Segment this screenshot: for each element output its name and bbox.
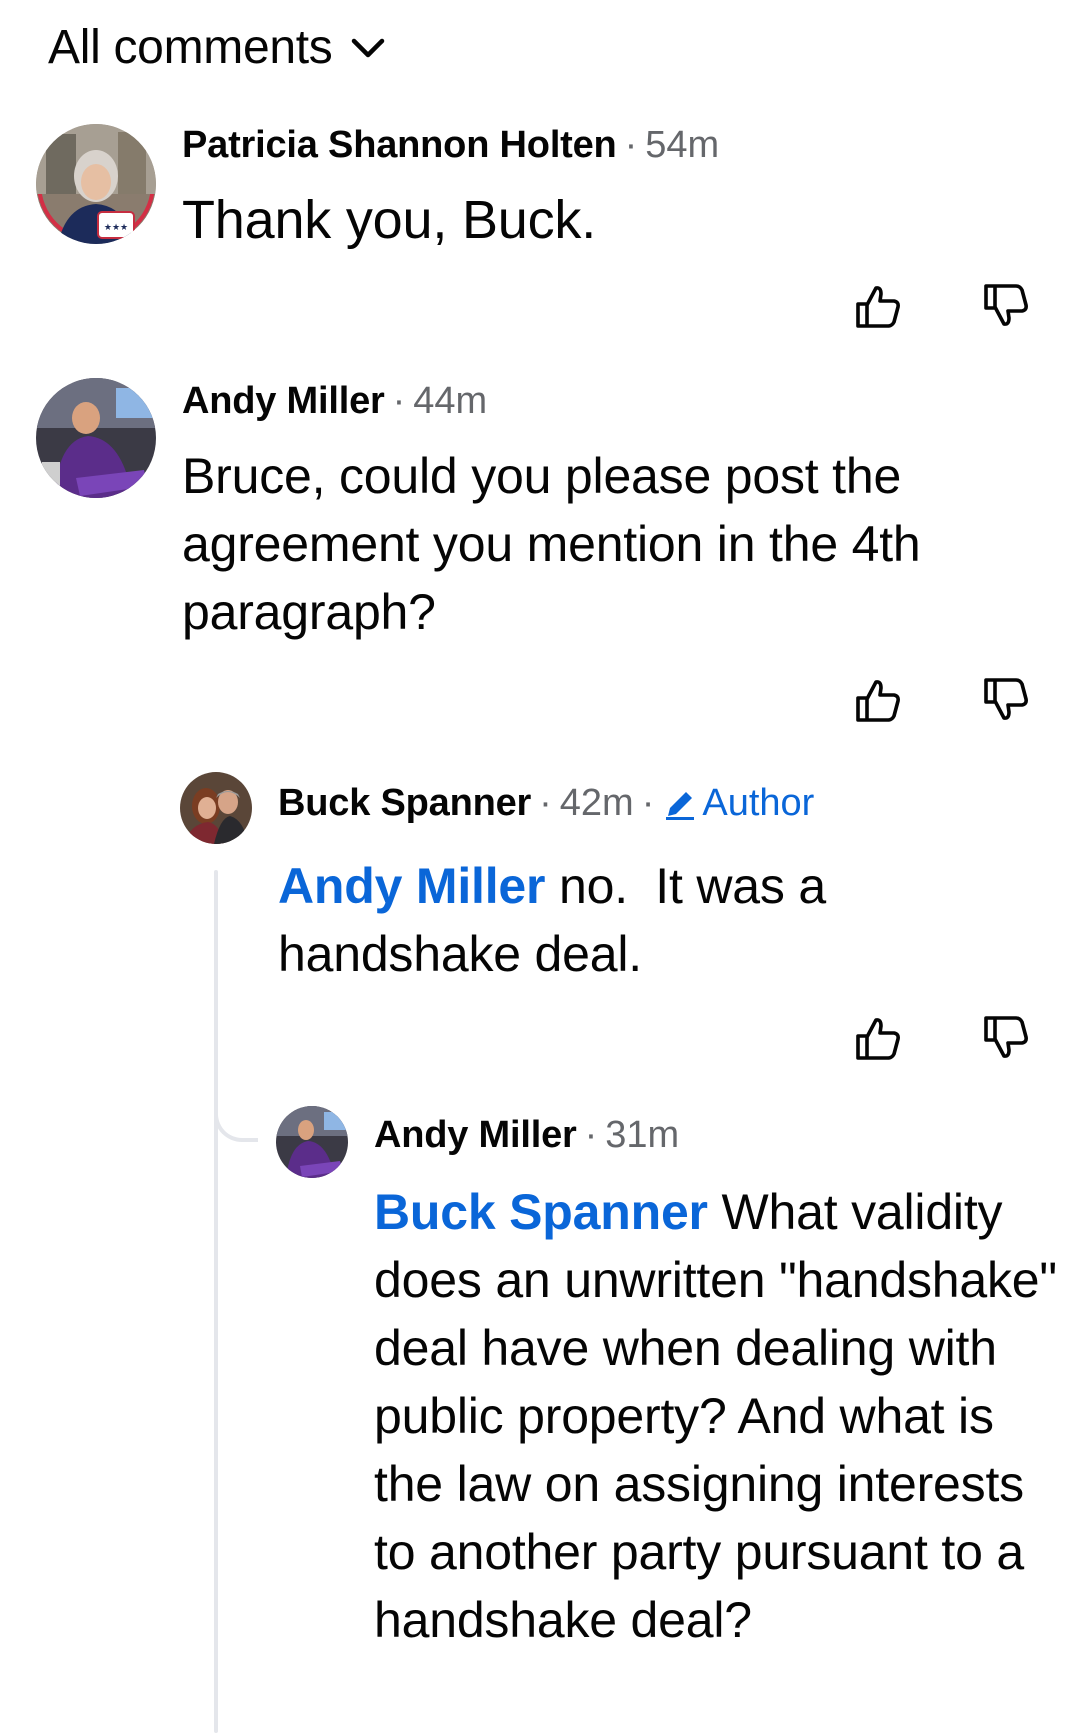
comment-4-meta: Andy Miller · 31m (374, 1114, 679, 1157)
thumbs-up-icon (856, 680, 900, 722)
downvote-button[interactable] (980, 1012, 1032, 1064)
author-badge-label: Author (702, 782, 815, 824)
thumbs-up-icon (856, 1018, 900, 1060)
upvote-button[interactable] (852, 674, 904, 726)
comment-1-text: Thank you, Buck. (182, 190, 597, 250)
comment-author-name[interactable]: Andy Miller (374, 1114, 577, 1157)
comment-timestamp[interactable]: 54m (645, 124, 719, 167)
pencil-icon (666, 791, 695, 820)
avatar-buck-spanner[interactable] (180, 772, 252, 844)
thumbs-up-icon (856, 286, 900, 328)
reply-thread-line (214, 870, 218, 1733)
avatar-andy-miller[interactable] (276, 1106, 348, 1178)
meta-separator: · (539, 782, 552, 824)
avatar-patricia[interactable]: ★★★ (36, 124, 156, 244)
comment-3-meta: Buck Spanner · 42m · Author (278, 782, 814, 825)
thumbs-down-icon (984, 1016, 1028, 1058)
thumbs-down-icon (984, 284, 1028, 326)
comment-timestamp[interactable]: 31m (605, 1114, 679, 1157)
mention-link[interactable]: Buck Spanner (374, 1184, 708, 1240)
meta-separator: · (584, 1114, 598, 1156)
comment-4-text: Buck Spanner What validity does an unwri… (374, 1178, 1064, 1654)
comment-2-meta: Andy Miller · 44m (182, 380, 487, 423)
comment-author-name[interactable]: Patricia Shannon Holten (182, 124, 617, 167)
author-badge: Author (662, 782, 814, 825)
meta-separator: · (392, 380, 406, 422)
upvote-button[interactable] (852, 280, 904, 332)
upvote-button[interactable] (852, 1012, 904, 1064)
all-comments-sort-button[interactable]: All comments (48, 20, 386, 75)
comment-4-body: What validity does an unwritten "handsha… (374, 1184, 1071, 1648)
comment-timestamp[interactable]: 42m (560, 782, 634, 825)
comment-3-text: Andy Miller no. It was a handshake deal. (278, 852, 978, 988)
comment-author-name[interactable]: Buck Spanner (278, 782, 531, 825)
comment-2-text: Bruce, could you please post the agreeme… (182, 448, 921, 640)
downvote-button[interactable] (980, 674, 1032, 726)
mention-link[interactable]: Andy Miller (278, 858, 545, 914)
comment-1-meta: Patricia Shannon Holten · 54m (182, 124, 719, 167)
chevron-down-icon (350, 36, 386, 65)
comment-author-name[interactable]: Andy Miller (182, 380, 385, 423)
thumbs-down-icon (984, 678, 1028, 720)
downvote-button[interactable] (980, 280, 1032, 332)
comment-timestamp[interactable]: 44m (413, 380, 487, 423)
reply-thread-branch (214, 1090, 258, 1142)
meta-separator: · (641, 782, 655, 824)
svg-text:★★★: ★★★ (104, 223, 128, 233)
sort-label: All comments (48, 21, 333, 74)
meta-separator: · (624, 124, 638, 166)
avatar-andy-miller[interactable] (36, 378, 156, 498)
